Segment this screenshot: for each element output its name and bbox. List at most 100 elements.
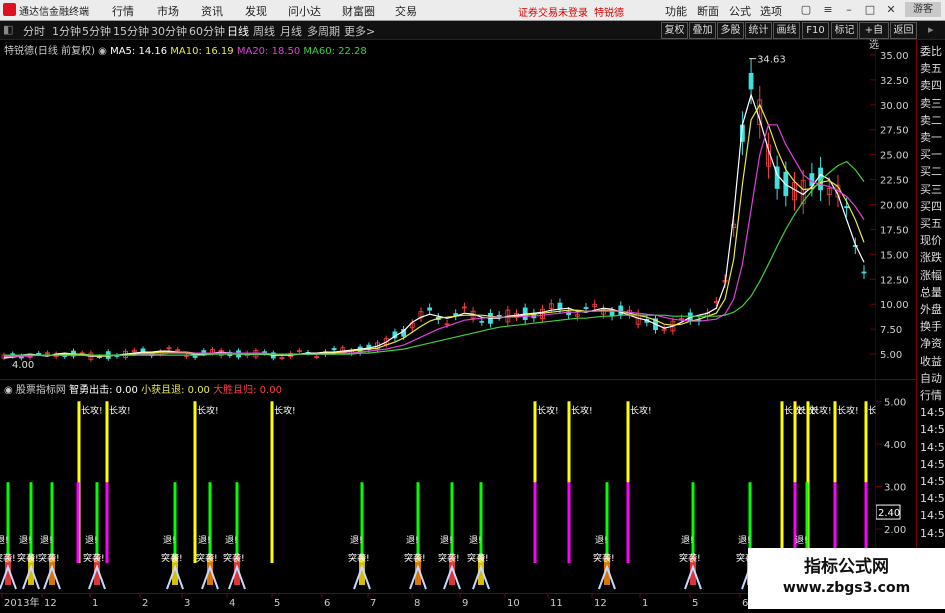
- price-tick-label: 15.00: [880, 250, 909, 261]
- period-tab-60min[interactable]: 60分钟: [189, 23, 225, 39]
- stock-name-notice: 特锐德: [594, 8, 624, 19]
- draw-line-button[interactable]: 画线: [773, 22, 800, 39]
- quote-row-label: 收益: [920, 354, 942, 368]
- price-axis: 5.00 7.50 10.00 12.50 15.00 17.50 20.00 22.50 25…: [880, 51, 909, 361]
- signal-bar-2: [533, 482, 537, 563]
- minimize-icon[interactable]: –: [841, 2, 857, 17]
- period-tab-multi[interactable]: 多周期: [307, 23, 340, 39]
- menu-trade[interactable]: 交易: [395, 3, 417, 19]
- signal-bar-2: [626, 482, 630, 563]
- indicator-chart[interactable]: 长攻!长攻!长攻!长攻!长攻!长攻!长攻!长攻!长攻!长攻!长攻!长攻! 退!突…: [0, 380, 876, 593]
- quote-row-label: 卖一: [920, 131, 942, 144]
- time-tick-label: 5: [274, 598, 280, 609]
- retreat-label: 退!: [198, 535, 211, 546]
- quote-row-label: 买一: [920, 148, 942, 162]
- quote-row-label: 买二: [920, 165, 942, 179]
- menu-wealth[interactable]: 财富圈: [342, 3, 375, 19]
- price-tick-label: 30.00: [880, 101, 909, 112]
- signal-bar-1: [450, 482, 454, 563]
- menu-markets[interactable]: 市场: [157, 3, 179, 19]
- menu-news[interactable]: 资讯: [201, 3, 223, 19]
- period-tab-15min[interactable]: 15分钟: [113, 23, 149, 39]
- period-toolbar: ◧ 分时 1分钟 5分钟 15分钟 30分钟 60分钟 日线 周线 月线 多周期…: [0, 21, 945, 51]
- time-tick-label: 5: [692, 598, 698, 609]
- time-tick-label: 9: [462, 598, 468, 609]
- quote-row-label: 14:50: [920, 440, 945, 454]
- period-tab-5min[interactable]: 5分钟: [82, 23, 111, 39]
- toolbar-toggle-icon[interactable]: ◧: [3, 23, 13, 36]
- sudden-label: 突袭!: [404, 552, 426, 564]
- menu-discover[interactable]: 发现: [245, 3, 267, 19]
- sudden-label: 突袭!: [467, 552, 489, 564]
- menu-function[interactable]: 功能: [665, 3, 687, 19]
- overlay-button[interactable]: 叠加: [689, 22, 716, 39]
- adjust-button[interactable]: 复权: [661, 22, 688, 39]
- signal-bar-1: [479, 482, 483, 563]
- retreat-label: 退!: [350, 535, 363, 546]
- login-status[interactable]: 证券交易未登录: [518, 4, 588, 19]
- sudden-label: 突袭!: [17, 552, 39, 564]
- legend-ma5: MA5: 14.16: [110, 46, 168, 57]
- quote-row-label: 14:50: [920, 475, 945, 488]
- time-tick-label: 12: [44, 598, 57, 609]
- menu-bar: 通达信金融终端 行情 市场 资讯 发现 问小达 财富圈 交易 证券交易未登录 特…: [0, 0, 945, 21]
- watermark-url: www.zbgs3.com: [782, 580, 911, 596]
- quote-row-label: 现价: [920, 234, 942, 248]
- period-tab-more[interactable]: 更多>: [344, 23, 375, 39]
- menu-ask[interactable]: 问小达: [288, 3, 321, 19]
- maximize-icon[interactable]: □: [862, 2, 878, 17]
- stats-button[interactable]: 统计: [745, 22, 772, 39]
- quote-row-label: 换手: [920, 320, 942, 334]
- price-tick-label: 35.00: [880, 51, 909, 62]
- quote-row-label: 14:50: [920, 492, 945, 506]
- quote-row-label: 买五: [920, 217, 942, 230]
- period-tab-1min[interactable]: 1分钟: [52, 23, 81, 39]
- sudden-label: 突袭!: [679, 552, 701, 564]
- current-value-label: 2.40: [878, 508, 900, 519]
- signal-bar-1: [605, 482, 609, 563]
- retreat-label: 退!: [85, 535, 98, 546]
- site-watermark: 指标公式网 www.zbgs3.com: [748, 548, 945, 609]
- quote-row-label: 净资: [920, 337, 942, 351]
- close-icon[interactable]: ✕: [883, 2, 899, 17]
- signal-bar-1: [208, 482, 212, 563]
- period-tab-30min[interactable]: 30分钟: [151, 23, 187, 39]
- signal-bar-1: [29, 482, 33, 563]
- quote-row-label: 自动: [920, 371, 942, 385]
- candle-body: [861, 271, 867, 274]
- price-tick-label: 27.50: [880, 126, 909, 137]
- legend-settings-icon[interactable]: ◉: [98, 46, 110, 57]
- signal-bar-1: [416, 482, 420, 563]
- multi-stock-button[interactable]: 多股: [717, 22, 744, 39]
- signal-bar-1: [6, 482, 10, 563]
- toolbar-scroll-icon[interactable]: ▸: [928, 23, 934, 36]
- ma-line-ma20: [4, 124, 865, 357]
- period-tab-daily[interactable]: 日线: [227, 23, 249, 39]
- menu-options[interactable]: 选项: [760, 3, 782, 19]
- watermark-title: 指标公式网: [804, 557, 889, 577]
- retreat-label: 退!: [440, 535, 453, 546]
- settings-icon[interactable]: ≡: [820, 2, 836, 17]
- candle-body: [496, 314, 502, 317]
- mark-button[interactable]: 标记: [831, 22, 858, 39]
- app-title: 通达信金融终端: [19, 7, 89, 18]
- menu-market[interactable]: 行情: [112, 3, 134, 19]
- menu-section[interactable]: 断面: [697, 3, 719, 19]
- back-button[interactable]: 返回: [890, 22, 917, 39]
- guest-button[interactable]: 游客: [905, 2, 941, 17]
- menu-formula[interactable]: 公式: [729, 3, 751, 19]
- period-tab-intraday[interactable]: 分时: [23, 23, 45, 39]
- f10-button[interactable]: F10: [802, 22, 829, 39]
- sudden-label: 突袭!: [161, 552, 183, 564]
- price-chart[interactable]: 34.63 4.00: [0, 40, 876, 379]
- period-tab-weekly[interactable]: 周线: [253, 23, 275, 39]
- time-tick-label: 4: [229, 598, 235, 609]
- add-watchlist-button[interactable]: +自选: [859, 22, 889, 51]
- quote-row-label: 14:50: [920, 509, 945, 523]
- attack-label: 长攻!: [81, 404, 103, 416]
- peak-price-label: 34.63: [757, 55, 786, 66]
- price-legend: 特锐德(日线 前复权) ◉ MA5: 14.16 MA10: 16.19 MA2…: [4, 42, 367, 57]
- period-tab-monthly[interactable]: 月线: [280, 23, 302, 39]
- quote-row-label: 14:50: [920, 406, 945, 420]
- skin-icon[interactable]: ▢: [798, 2, 814, 17]
